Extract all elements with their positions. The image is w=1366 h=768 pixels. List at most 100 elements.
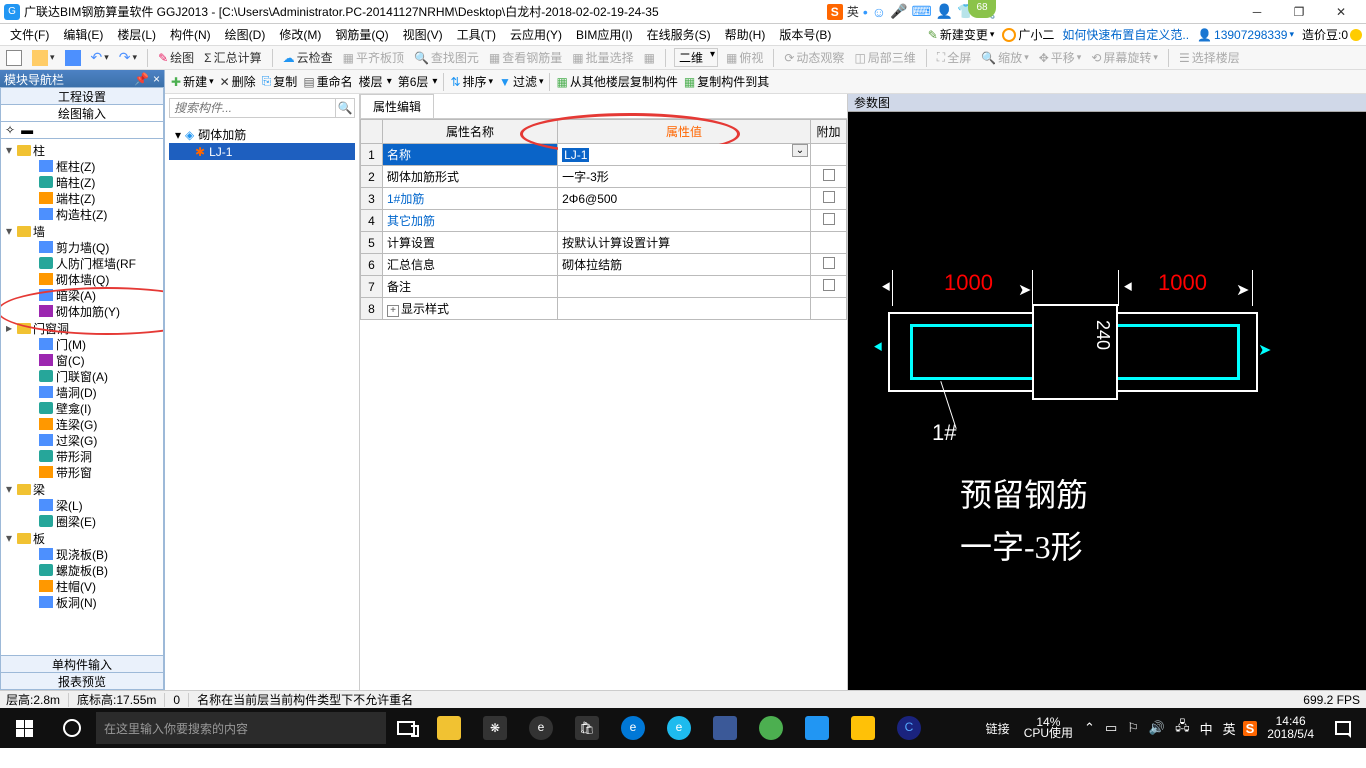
rb-filter[interactable]: ▼过滤▾ [499, 73, 543, 90]
nav-close-icon[interactable]: × [153, 72, 160, 86]
help-link[interactable]: 如何快速布置自定义范.. [1062, 26, 1189, 43]
tb-overview[interactable]: ▦俯视 [724, 48, 765, 67]
nav-item-2-7[interactable]: 带形洞 [1, 448, 163, 464]
tb-zoom[interactable]: 🔍缩放▾ [979, 48, 1031, 67]
menu-help[interactable]: 帮助(H) [719, 24, 772, 45]
prop-row-val-6[interactable] [558, 276, 811, 298]
beans-count[interactable]: 造价豆:0 [1302, 26, 1362, 43]
tb-new[interactable] [4, 49, 24, 67]
menu-online[interactable]: 在线服务(S) [641, 24, 717, 45]
tb-rotate[interactable]: ⟲屏幕旋转▾ [1089, 48, 1160, 67]
nav-item-0-3[interactable]: 构造柱(Z) [1, 206, 163, 222]
prop-row-name-5[interactable]: 汇总信息 [383, 254, 558, 276]
pin-icon[interactable]: 📌 [134, 72, 149, 86]
tb-local3d[interactable]: ◫局部三维 [852, 48, 917, 67]
rb-copyto[interactable]: ▦复制构件到其 [684, 73, 769, 90]
search-button[interactable]: 🔍 [335, 99, 354, 117]
nav-tab-draw[interactable]: 绘图输入 [0, 104, 164, 122]
tray-cpu[interactable]: 14%CPU使用 [1020, 717, 1077, 739]
prop-row-chk-1[interactable] [811, 166, 847, 188]
tb-draw[interactable]: ✎绘图 [156, 48, 196, 67]
app-360[interactable] [748, 708, 794, 748]
app-guanjia[interactable] [702, 708, 748, 748]
menu-rebar[interactable]: 钢筋量(Q) [329, 24, 394, 45]
search-input[interactable] [170, 99, 335, 117]
prop-row-name-7[interactable]: +显示样式 [383, 298, 558, 320]
navtool-1[interactable]: ✧ [5, 123, 15, 137]
tree-child-lj1[interactable]: ✱LJ-1 [169, 143, 355, 160]
prop-row-name-0[interactable]: 名称 [383, 144, 558, 166]
tree-root[interactable]: ▾◈砌体加筋 [169, 126, 355, 143]
nav-item-1-4[interactable]: 砌体加筋(Y) [1, 303, 163, 319]
nav-group-4[interactable]: ▾板 [1, 530, 163, 546]
prop-row-chk-6[interactable] [811, 276, 847, 298]
user-account[interactable]: 广小二 [1002, 26, 1054, 43]
app-ie[interactable]: e [656, 708, 702, 748]
nav-item-2-5[interactable]: 连梁(G) [1, 416, 163, 432]
cortana-button[interactable] [48, 719, 96, 737]
rb-sort[interactable]: ⇅排序▾ [450, 73, 493, 90]
tb-2d[interactable]: 二维 [674, 48, 718, 67]
app-note[interactable] [840, 708, 886, 748]
ime-icon-4[interactable]: ⌨ [911, 3, 931, 20]
nav-group-3[interactable]: ▾梁 [1, 481, 163, 497]
nav-item-2-8[interactable]: 带形窗 [1, 464, 163, 480]
nav-item-2-4[interactable]: 壁龛(I) [1, 400, 163, 416]
app-edge[interactable]: e [610, 708, 656, 748]
nav-item-2-3[interactable]: 墙洞(D) [1, 384, 163, 400]
nav-item-3-1[interactable]: 圈梁(E) [1, 513, 163, 529]
prop-row-val-1[interactable]: 一字-3形 [558, 166, 811, 188]
nav-item-4-1[interactable]: 螺旋板(B) [1, 562, 163, 578]
taskbar-search[interactable]: 在这里输入你要搜索的内容 [96, 712, 386, 744]
phone-account[interactable]: 👤13907298339▾ [1197, 28, 1294, 42]
prop-row-chk-4[interactable] [811, 232, 847, 254]
new-change-button[interactable]: ✎新建变更▾ [928, 26, 995, 43]
ime-lang[interactable]: 英 [847, 3, 859, 20]
tb-open[interactable]: ▾ [30, 49, 57, 67]
nav-tab-project[interactable]: 工程设置 [0, 87, 164, 105]
prop-row-name-4[interactable]: 计算设置 [383, 232, 558, 254]
nav-group-0[interactable]: ▾柱 [1, 142, 163, 158]
tray-up-icon[interactable]: ⌃ [1081, 720, 1098, 736]
ime-icon-3[interactable]: 🎤 [890, 3, 907, 20]
nav-item-2-2[interactable]: 门联窗(A) [1, 368, 163, 384]
task-view-button[interactable] [386, 721, 426, 735]
app-edge-old[interactable]: e [518, 708, 564, 748]
prop-row-name-3[interactable]: 其它加筋 [383, 210, 558, 232]
tb-selfloor[interactable]: ☰选择楼层 [1177, 48, 1242, 67]
tb-batchsel[interactable]: ▦批量选择 [570, 48, 635, 67]
rb-copy[interactable]: ⎘复制 [262, 73, 298, 90]
ime-s-icon[interactable]: S [827, 4, 843, 20]
tray-clock[interactable]: 14:462018/5/4 [1261, 715, 1320, 741]
tray-net-icon[interactable]: 🖧 [1172, 717, 1193, 739]
ime-icon-2[interactable]: ☺ [872, 4, 886, 20]
app-store[interactable]: 🛍 [564, 708, 610, 748]
app-ggj[interactable] [794, 708, 840, 748]
ime-icon-5[interactable]: 👤 [936, 3, 953, 20]
nav-item-0-0[interactable]: 框柱(Z) [1, 158, 163, 174]
prop-row-chk-0[interactable] [811, 144, 847, 166]
prop-row-chk-5[interactable] [811, 254, 847, 276]
tray-notifications[interactable] [1324, 708, 1362, 748]
tray-battery-icon[interactable]: ▭ [1102, 720, 1120, 736]
tb-dyn[interactable]: ⟳动态观察 [782, 48, 846, 67]
nav-item-4-0[interactable]: 现浇板(B) [1, 546, 163, 562]
prop-row-val-4[interactable]: 按默认计算设置计算 [558, 232, 811, 254]
ime-icon-1[interactable]: • [863, 4, 868, 20]
rb-new[interactable]: ✚新建▾ [171, 73, 214, 90]
nav-item-0-1[interactable]: 暗柱(Z) [1, 174, 163, 190]
nav-item-4-2[interactable]: 柱帽(V) [1, 578, 163, 594]
nav-bottom-report[interactable]: 报表预览 [0, 672, 164, 690]
tray-lang-en[interactable]: 英 [1220, 719, 1239, 738]
diagram-canvas[interactable]: ⯇ 1000 ➤ ⯇ 1000 ➤ 240 1# 预留钢筋 [848, 112, 1366, 690]
tray-vol-icon[interactable]: 🔊 [1146, 720, 1168, 736]
tb-redo[interactable]: ↷▾ [117, 48, 139, 67]
menu-tools[interactable]: 工具(T) [451, 24, 502, 45]
tb-sum[interactable]: Σ汇总计算 [202, 48, 263, 67]
menu-file[interactable]: 文件(F) [4, 24, 55, 45]
menu-modify[interactable]: 修改(M) [273, 24, 327, 45]
menu-version[interactable]: 版本号(B) [773, 24, 837, 45]
prop-row-val-7[interactable] [558, 298, 811, 320]
tray-link[interactable]: 链接 [980, 720, 1016, 737]
tray-flag-icon[interactable]: ⚐ [1124, 720, 1142, 736]
